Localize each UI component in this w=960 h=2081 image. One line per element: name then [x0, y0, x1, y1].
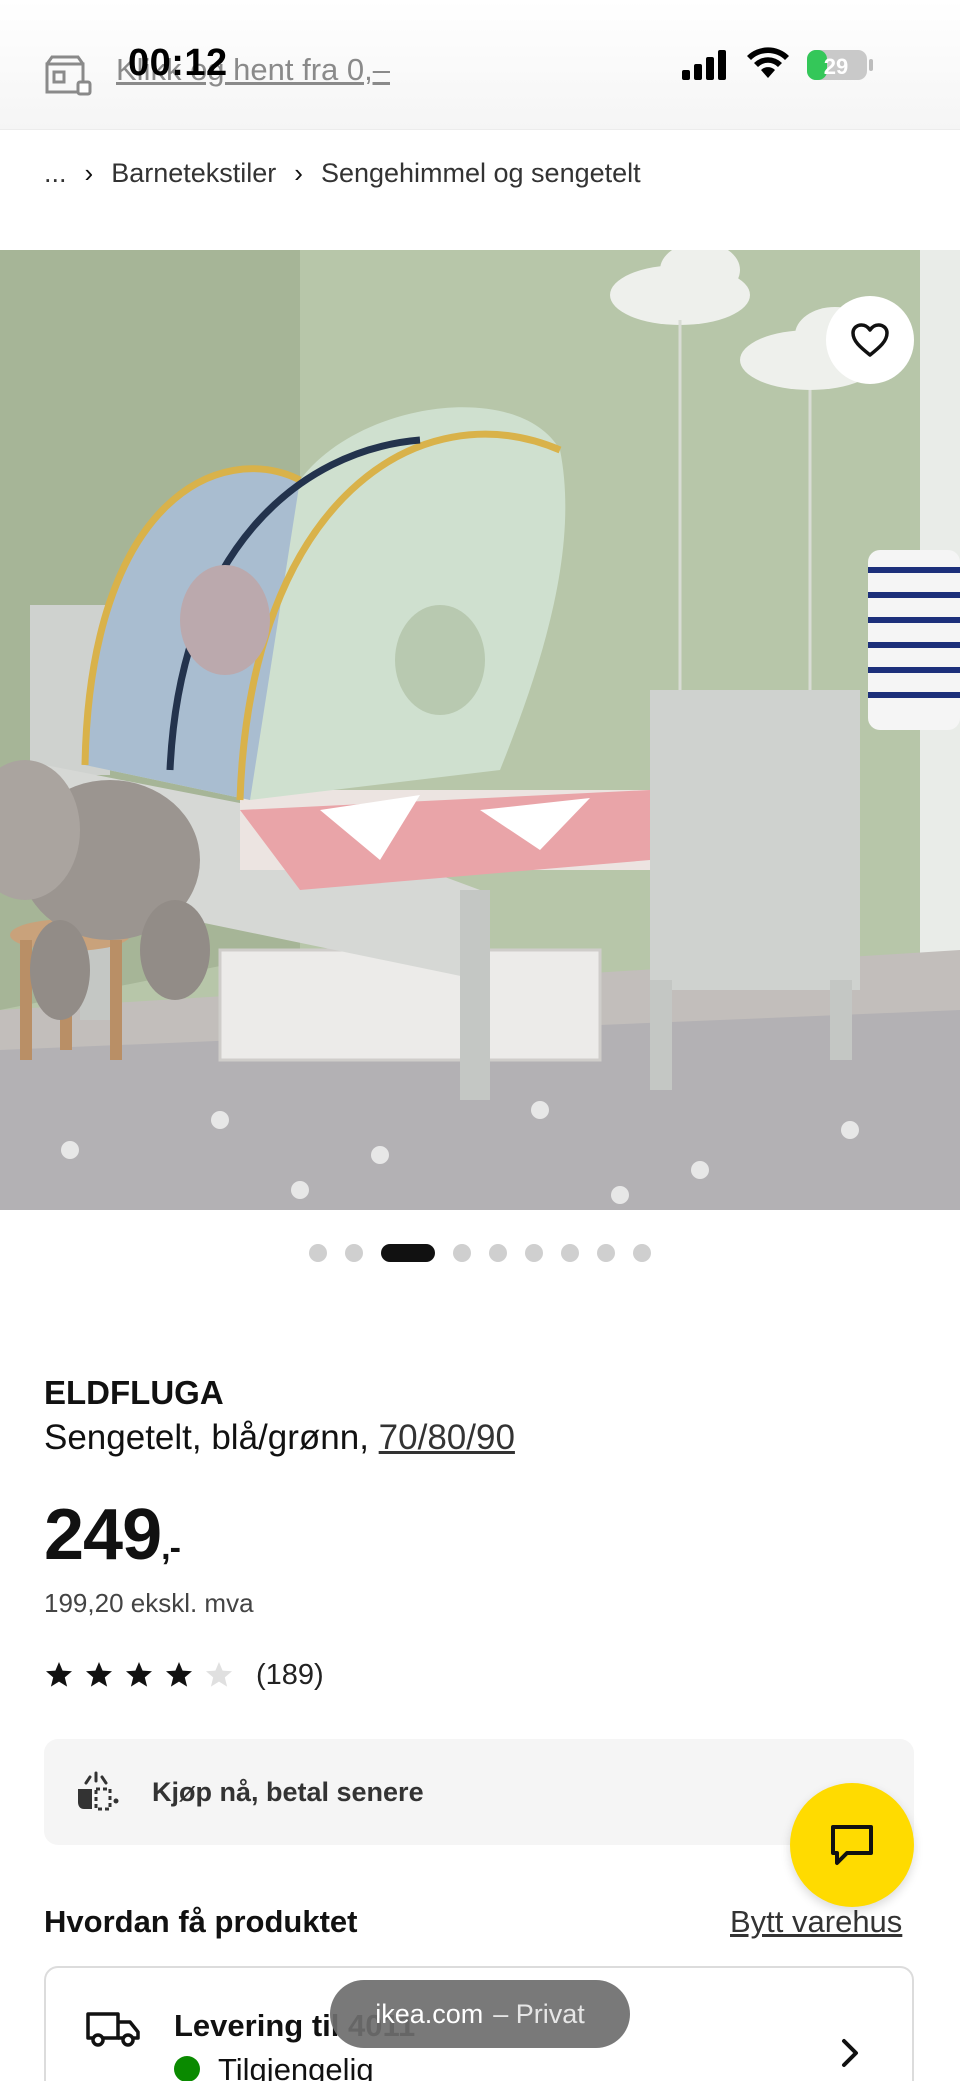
- rating-stars[interactable]: [44, 1660, 234, 1690]
- review-count[interactable]: (189): [256, 1659, 324, 1692]
- battery-level: 29: [824, 54, 848, 79]
- carousel-dot[interactable]: [345, 1244, 363, 1262]
- price-main: 249: [44, 1495, 162, 1575]
- chevron-right-icon: ›: [84, 158, 94, 188]
- product-description: Sengetelt, blå/grønn, 70/80/90: [44, 1418, 515, 1458]
- browser-private-mode: – Privat: [493, 1998, 585, 2029]
- chevron-right-icon: ›: [294, 158, 303, 188]
- how-to-get-heading: Hvordan få produktet: [44, 1904, 358, 1939]
- browser-url-pill[interactable]: ikea.com – Privat: [330, 1980, 630, 2048]
- pay-later-label: Kjøp nå, betal senere: [152, 1777, 424, 1807]
- heart-icon: [851, 323, 889, 357]
- chat-button[interactable]: [790, 1783, 914, 1907]
- product-image[interactable]: [0, 250, 960, 1210]
- carousel-dot-active[interactable]: [381, 1244, 435, 1262]
- star-filled-icon: [86, 1662, 112, 1687]
- image-carousel-indicator[interactable]: [0, 1244, 960, 1262]
- carousel-dot[interactable]: [597, 1244, 615, 1262]
- cellular-signal-icon: [682, 50, 726, 80]
- availability-status-dot: [174, 2056, 200, 2081]
- chat-bubble-icon: [831, 1825, 873, 1865]
- breadcrumb-item-current[interactable]: Sengehimmel og sengetelt: [321, 158, 641, 189]
- favorite-button[interactable]: [826, 296, 914, 384]
- top-bar: Klikk og hent fra 0,– 00:12 29: [0, 0, 960, 130]
- status-time: 00:12: [128, 42, 228, 84]
- star-filled-icon: [166, 1662, 192, 1687]
- availability-text: Tilgjengelig: [218, 2052, 374, 2081]
- chevron-right-icon: [842, 2039, 858, 2067]
- carousel-dot[interactable]: [525, 1244, 543, 1262]
- price-excl-vat: 199,20 ekskl. mva: [44, 1588, 254, 1618]
- breadcrumb-ellipsis[interactable]: ...: [44, 158, 67, 189]
- battery-icon: 29: [807, 50, 873, 80]
- breadcrumb-item-barnetekstiler[interactable]: Barnetekstiler: [111, 158, 276, 189]
- carousel-dot[interactable]: [561, 1244, 579, 1262]
- wifi-icon: [747, 47, 789, 78]
- product-description-text: Sengetelt, blå/grønn,: [44, 1418, 369, 1457]
- carousel-dot[interactable]: [633, 1244, 651, 1262]
- pay-later-banner[interactable]: Kjøp nå, betal senere: [44, 1739, 914, 1845]
- star-filled-icon: [126, 1662, 152, 1687]
- price-suffix: ,-: [161, 1529, 181, 1567]
- product-photo-illustration: [0, 250, 960, 1210]
- change-store-link[interactable]: Bytt varehus: [730, 1904, 902, 1940]
- carousel-dot[interactable]: [453, 1244, 471, 1262]
- star-empty-icon: [206, 1662, 232, 1687]
- carousel-dot[interactable]: [489, 1244, 507, 1262]
- product-price: 249,-: [44, 1494, 181, 1576]
- carousel-dot[interactable]: [309, 1244, 327, 1262]
- truck-icon: [86, 2012, 140, 2047]
- product-name: ELDFLUGA: [44, 1374, 224, 1411]
- star-filled-icon: [46, 1662, 72, 1687]
- breadcrumb: ... › Barnetekstiler › Sengehimmel og se…: [44, 158, 641, 189]
- size-link[interactable]: 70/80/90: [379, 1418, 515, 1457]
- store-icon[interactable]: [44, 54, 92, 98]
- browser-domain: ikea.com: [375, 1998, 484, 2029]
- payment-split-icon: [78, 1771, 119, 1811]
